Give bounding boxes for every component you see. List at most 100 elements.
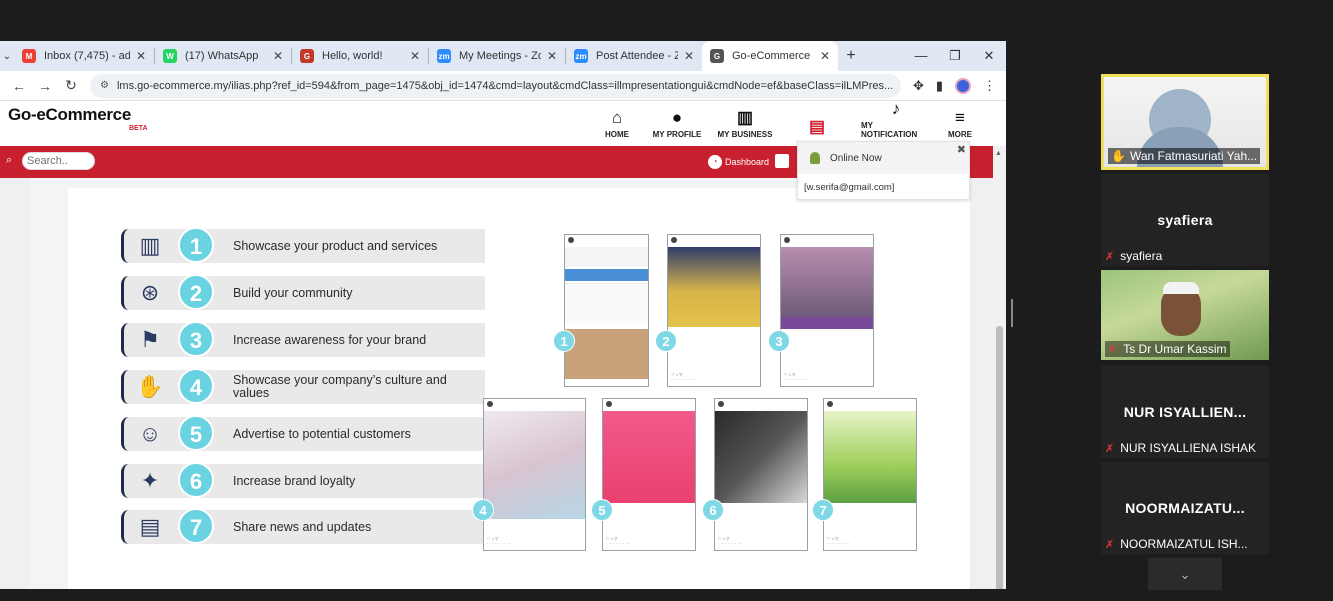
tab-hello-world[interactable]: G Hello, world! ✕ xyxy=(292,41,428,71)
document-icon: ▤ xyxy=(139,514,161,539)
close-window-icon[interactable]: ✕ xyxy=(972,41,1006,71)
post-number-badge: 4 xyxy=(472,499,494,521)
globe-icon: G xyxy=(300,49,314,63)
back-icon[interactable]: ← xyxy=(6,78,32,94)
post-number-badge: 3 xyxy=(768,330,790,352)
mic-muted-icon: ✗ xyxy=(1105,442,1115,455)
mic-muted-icon: ✗ xyxy=(1105,250,1115,263)
list-item: ☺ 5 Advertise to potential customers xyxy=(121,415,485,451)
hamburger-icon: ≡ xyxy=(955,108,965,127)
instagram-post-image: ♡ ○ ▽ · · · · · · · · · · xyxy=(823,398,917,551)
post-number-badge: 2 xyxy=(655,330,677,352)
mic-muted-icon: ✗ xyxy=(1108,343,1118,356)
nav-my-business[interactable]: ▥ MY BUSINESS xyxy=(717,101,773,139)
close-icon[interactable]: ✕ xyxy=(410,49,420,63)
handshake-icon: ✦ xyxy=(140,468,160,493)
book-icon: ▤ xyxy=(808,117,826,136)
telescope-icon: ⚑ xyxy=(140,327,160,352)
side-panel-icon[interactable]: ▮ xyxy=(936,78,943,94)
extensions-icon[interactable]: ✥ xyxy=(913,78,924,94)
tab-whatsapp[interactable]: W (17) WhatsApp ✕ xyxy=(155,41,291,71)
close-icon[interactable]: ✖ xyxy=(957,143,966,156)
person-icon: ☺ xyxy=(138,421,162,446)
bookmark-star-icon[interactable]: ☆ xyxy=(893,78,901,94)
tab-bar: ⌄ M Inbox (7,475) - adirat ✕ W (17) What… xyxy=(0,41,1006,71)
site-info-icon[interactable]: ⚙ xyxy=(100,80,109,91)
raised-hand-icon: ✋ xyxy=(1111,149,1126,163)
user-icon xyxy=(810,152,820,164)
chart-icon: ▥ xyxy=(736,108,754,127)
close-icon[interactable]: ✕ xyxy=(684,49,694,63)
post-number-badge: 7 xyxy=(812,499,834,521)
globe-icon: G xyxy=(710,49,724,63)
toolbar-item-icon[interactable] xyxy=(775,154,789,168)
reload-icon[interactable]: ↻ xyxy=(58,77,84,94)
close-icon[interactable]: ✕ xyxy=(547,49,557,63)
search-icon[interactable]: ⌕ xyxy=(6,154,20,168)
browser-window: ⌄ M Inbox (7,475) - adirat ✕ W (17) What… xyxy=(0,41,1006,589)
hand-icon: ✋ xyxy=(136,374,164,399)
slide-canvas: ▥ 1 Showcase your product and services ⊛… xyxy=(68,188,970,589)
whatsapp-icon: W xyxy=(163,49,177,63)
site-logo[interactable]: Go-eCommerce xyxy=(8,105,131,125)
scrollbar-thumb[interactable] xyxy=(996,326,1003,589)
post-number-badge: 6 xyxy=(702,499,724,521)
participant-tile[interactable]: syafiera ✗ syafiera xyxy=(1101,174,1269,266)
split-view-handle[interactable] xyxy=(1011,299,1013,327)
nav-home[interactable]: ⌂ HOME xyxy=(597,101,637,139)
restore-icon[interactable]: ❐ xyxy=(938,41,972,71)
forward-icon[interactable]: → xyxy=(32,78,58,94)
bell-icon: ♪ xyxy=(891,99,901,118)
tab-post-attendee[interactable]: zm Post Attendee - Zoon ✕ xyxy=(566,41,702,71)
gmail-icon: M xyxy=(22,49,36,63)
nav-more[interactable]: ≡ MORE xyxy=(945,101,975,139)
menu-kebab-icon[interactable]: ⋮ xyxy=(983,78,996,94)
list-item: ✋ 4 Showcase your company’s culture and … xyxy=(121,368,485,404)
participant-video-tile[interactable]: ✋ Wan Fatmasuriati Yah... xyxy=(1101,74,1269,170)
store-icon: ▥ xyxy=(139,233,161,258)
url-input[interactable]: ⚙ lms.go-ecommerce.my/ilias.php?ref_id=5… xyxy=(90,73,901,98)
list-item: ▥ 1 Showcase your product and services xyxy=(121,227,485,263)
instagram-post-image: ♡ ○ ▽ · · · · · · · · · · xyxy=(483,398,586,551)
community-icon: ⊛ xyxy=(140,280,160,305)
vertical-scrollbar[interactable]: ▲ xyxy=(993,146,1006,589)
minimize-icon[interactable]: — xyxy=(904,41,938,71)
tab-go-ecommerce[interactable]: G Go-eCommerce Man ✕ xyxy=(702,41,838,71)
close-icon[interactable]: ✕ xyxy=(820,49,830,63)
close-icon[interactable]: ✕ xyxy=(136,49,146,63)
instagram-post-image: ♡ ○ ▽ · · · · · · · · · · xyxy=(714,398,808,551)
scroll-up-icon[interactable]: ▲ xyxy=(995,150,1002,157)
profile-avatar[interactable] xyxy=(955,77,971,94)
site-header: Go-eCommerce BETA ⌂ HOME ● MY PROFILE ▥ … xyxy=(0,99,1006,139)
tab-search-icon[interactable]: ⌄ xyxy=(0,41,14,71)
close-icon[interactable]: ✕ xyxy=(273,49,283,63)
tab-gmail[interactable]: M Inbox (7,475) - adirat ✕ xyxy=(14,41,154,71)
dashboard-icon: ◔ xyxy=(708,155,722,169)
participant-tile[interactable]: NUR ISYALLIEN... ✗ NUR ISYALLIENA ISHAK xyxy=(1101,366,1269,458)
online-now-popup: Online Now ✖ [w.serifa@gmail.com] xyxy=(797,141,970,200)
zoom-icon: zm xyxy=(574,49,588,63)
top-nav: ⌂ HOME ● MY PROFILE ▥ MY BUSINESS ▤ ♪ MY… xyxy=(597,99,989,139)
tab-my-meetings[interactable]: zm My Meetings - Zoom ✕ xyxy=(429,41,565,71)
show-more-participants-button[interactable]: ⌄ xyxy=(1148,558,1222,590)
zoom-icon: zm xyxy=(437,49,451,63)
extensions-area: ✥ ▮ ⋮ xyxy=(913,77,996,94)
lesson-slide: ▥ 1 Showcase your product and services ⊛… xyxy=(30,178,970,589)
nav-my-profile[interactable]: ● MY PROFILE xyxy=(651,101,703,139)
list-item: ⚑ 3 Increase awareness for your brand xyxy=(121,321,485,357)
search-input[interactable] xyxy=(22,152,95,170)
dashboard-link[interactable]: ◔ Dashboard xyxy=(708,155,769,169)
participant-video-tile[interactable]: ✗ Ts Dr Umar Kassim xyxy=(1101,270,1269,360)
new-tab-icon[interactable]: + xyxy=(838,47,864,65)
beta-badge: BETA xyxy=(129,125,148,132)
window-controls: — ❐ ✕ xyxy=(904,41,1006,71)
profile-icon: ● xyxy=(671,108,683,127)
post-number-badge: 5 xyxy=(591,499,613,521)
list-item: ▤ 7 Share news and updates xyxy=(121,508,485,544)
mic-muted-icon: ✗ xyxy=(1105,538,1115,551)
participant-tile[interactable]: NOORMAIZATU... ✗ NOORMAIZATUL ISH... xyxy=(1101,462,1269,554)
list-item: ⊛ 2 Build your community xyxy=(121,274,485,310)
screen: ⌄ M Inbox (7,475) - adirat ✕ W (17) What… xyxy=(0,0,1333,601)
nav-my-notification[interactable]: ♪ MY NOTIFICATION xyxy=(861,99,931,139)
nav-learning[interactable]: ▤ xyxy=(787,101,847,139)
